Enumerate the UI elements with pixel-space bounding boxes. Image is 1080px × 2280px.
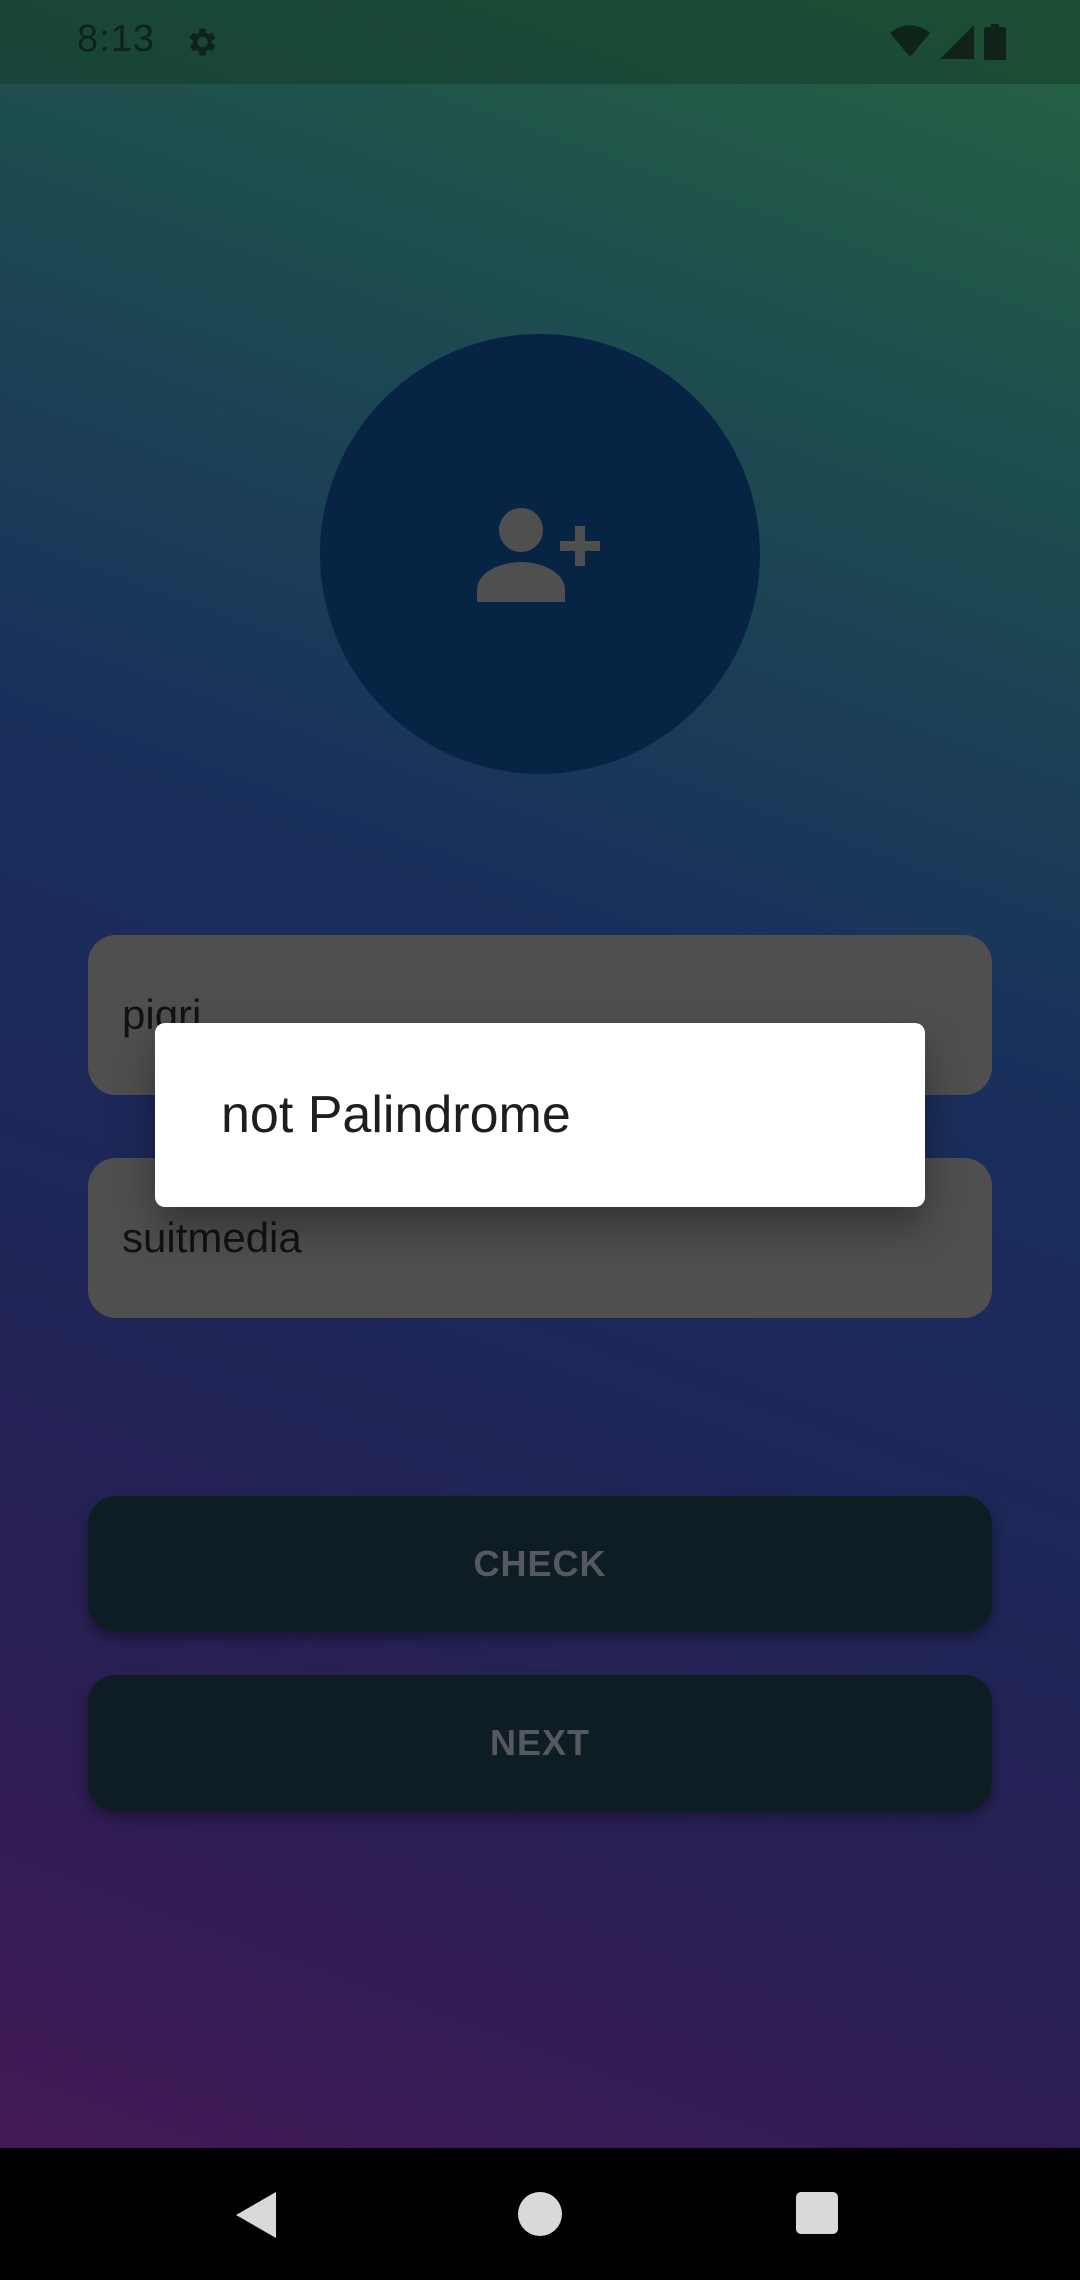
home-icon[interactable]	[518, 2192, 562, 2236]
recents-icon[interactable]	[796, 2192, 838, 2234]
signal-icon	[940, 25, 974, 59]
battery-icon	[984, 24, 1006, 60]
status-time: 8:13	[77, 18, 155, 60]
settings-icon	[189, 28, 216, 56]
back-icon[interactable]	[236, 2192, 280, 2238]
status-icons	[890, 24, 1006, 60]
app-screen: pigri suitmedia CHECK NEXT 8:13 not Pali…	[0, 0, 1080, 2280]
wifi-icon	[890, 25, 930, 57]
dialog-message: not Palindrome	[221, 1086, 571, 1144]
navigation-bar	[0, 2148, 1080, 2280]
result-dialog: not Palindrome	[155, 1023, 925, 1207]
status-bar: 8:13	[0, 0, 1080, 84]
